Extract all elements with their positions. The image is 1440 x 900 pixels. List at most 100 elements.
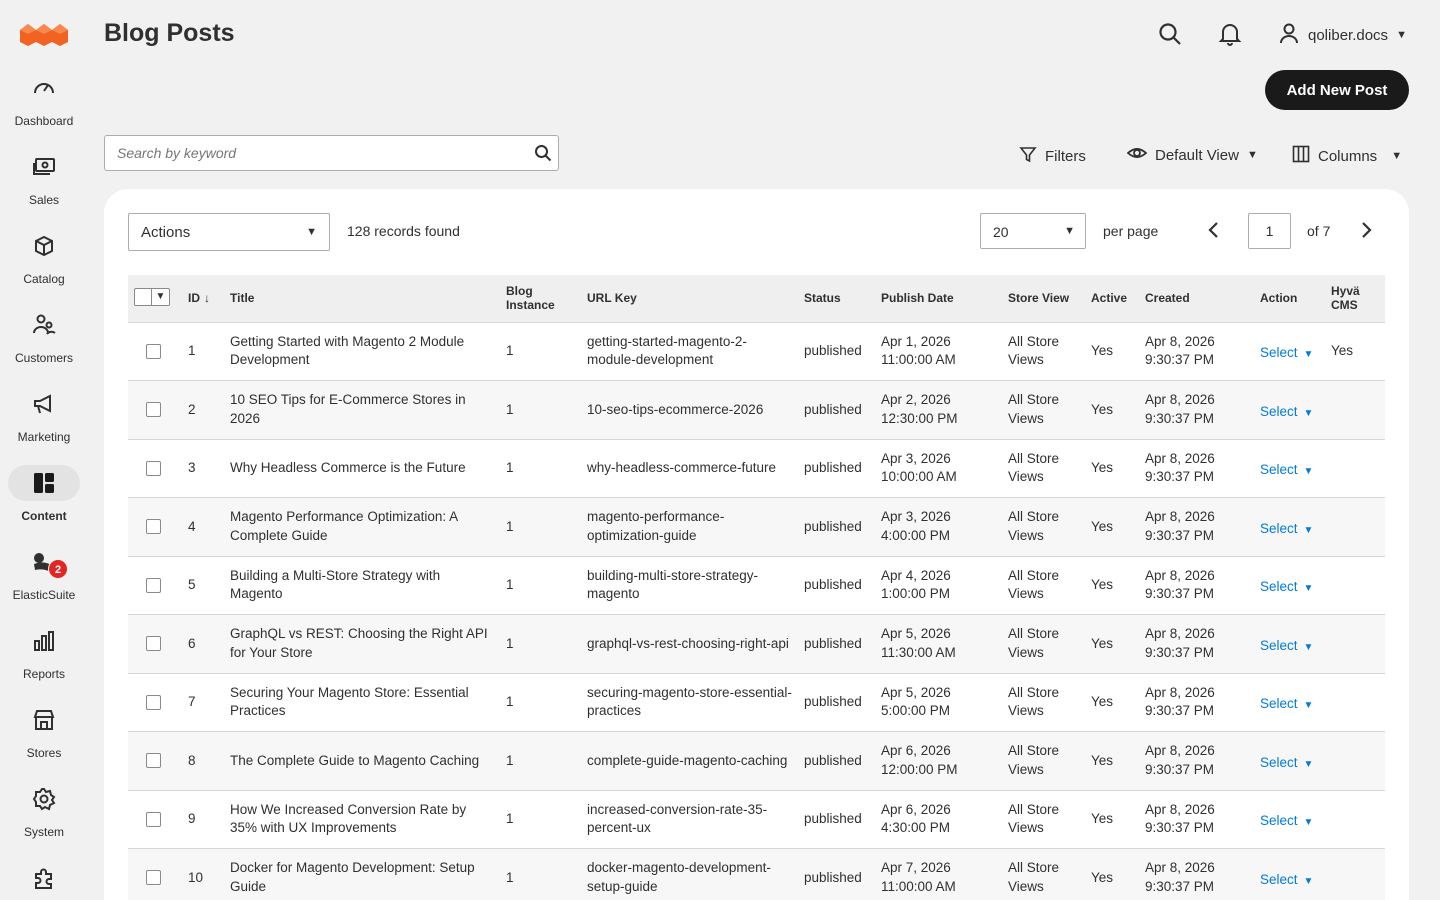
cell-id: 2 bbox=[182, 380, 224, 440]
cell-title: Building a Multi-Store Strategy with Mag… bbox=[224, 556, 500, 615]
page-number-input[interactable] bbox=[1248, 213, 1291, 249]
cell-blog-instance: 1 bbox=[500, 439, 581, 498]
cell-id: 10 bbox=[182, 848, 224, 900]
header-hyva-cms[interactable]: Hyvä CMS bbox=[1325, 275, 1385, 323]
row-checkbox[interactable] bbox=[146, 402, 161, 418]
filters-button[interactable]: Filters bbox=[1019, 145, 1086, 167]
search-input[interactable] bbox=[105, 136, 525, 170]
cell-active: Yes bbox=[1085, 731, 1139, 791]
row-checkbox[interactable] bbox=[146, 694, 161, 710]
user-icon bbox=[1278, 22, 1300, 48]
table-row[interactable]: 10 Docker for Magento Development: Setup … bbox=[128, 848, 1385, 900]
sidebar-item-extensions[interactable] bbox=[0, 860, 88, 900]
header-id[interactable]: ID ↓ bbox=[182, 275, 224, 323]
header-store-view[interactable]: Store View bbox=[1002, 275, 1085, 323]
row-action-select[interactable]: Select ▼ bbox=[1260, 638, 1313, 653]
table-row[interactable]: 3 Why Headless Commerce is the Future 1 why… bbox=[128, 439, 1385, 498]
cell-status: published bbox=[798, 322, 875, 381]
user-menu[interactable]: qoliber.docs ▼ bbox=[1278, 22, 1407, 48]
header-action: Action bbox=[1254, 275, 1325, 323]
sidebar-item-catalog[interactable]: Catalog bbox=[0, 228, 88, 307]
row-action-select[interactable]: Select ▼ bbox=[1260, 462, 1313, 477]
cell-active: Yes bbox=[1085, 322, 1139, 381]
sidebar-item-sales[interactable]: Sales bbox=[0, 149, 88, 228]
columns-dropdown[interactable]: Columns ▼ bbox=[1292, 145, 1402, 167]
reports-icon bbox=[8, 623, 80, 659]
cell-hyva-cms: Yes bbox=[1325, 322, 1385, 381]
cell-publish-date: Apr 5, 2026 11:30:00 AM bbox=[875, 614, 1002, 674]
sidebar-item-customers[interactable]: Customers bbox=[0, 307, 88, 386]
row-checkbox[interactable] bbox=[146, 870, 161, 886]
cell-status: published bbox=[798, 848, 875, 900]
row-select-cell bbox=[128, 322, 182, 381]
add-new-post-button[interactable]: Add New Post bbox=[1265, 70, 1409, 110]
row-checkbox[interactable] bbox=[146, 460, 161, 476]
row-checkbox[interactable] bbox=[146, 343, 161, 359]
cell-store-view: All Store Views bbox=[1002, 322, 1085, 381]
row-checkbox[interactable] bbox=[146, 577, 161, 593]
row-action-select[interactable]: Select ▼ bbox=[1260, 872, 1313, 887]
row-action-select[interactable]: Select ▼ bbox=[1260, 521, 1313, 536]
table-row[interactable]: 2 10 SEO Tips for E-Commerce Stores in 20… bbox=[128, 380, 1385, 440]
previous-page-button[interactable] bbox=[1204, 220, 1224, 243]
row-action-select[interactable]: Select ▼ bbox=[1260, 579, 1313, 594]
row-action-select[interactable]: Select ▼ bbox=[1260, 345, 1313, 360]
header-status[interactable]: Status bbox=[798, 275, 875, 323]
search-icon[interactable] bbox=[1158, 22, 1182, 49]
sidebar-item-reports[interactable]: Reports bbox=[0, 623, 88, 702]
cell-store-view: All Store Views bbox=[1002, 556, 1085, 615]
header-title[interactable]: Title bbox=[224, 275, 500, 323]
cell-blog-instance: 1 bbox=[500, 790, 581, 849]
sidebar-item-content[interactable]: Content bbox=[0, 465, 88, 544]
cell-hyva-cms bbox=[1325, 614, 1385, 674]
sidebar-item-label: Stores bbox=[26, 746, 62, 760]
cell-created: Apr 8, 2026 9:30:37 PM bbox=[1139, 439, 1254, 498]
mass-actions-dropdown[interactable]: Actions ▼ bbox=[128, 213, 330, 251]
cell-active: Yes bbox=[1085, 556, 1139, 615]
mass-select-box bbox=[135, 289, 151, 305]
cell-id: 8 bbox=[182, 731, 224, 791]
row-checkbox[interactable] bbox=[146, 753, 161, 769]
row-checkbox[interactable] bbox=[146, 636, 161, 652]
row-action-select[interactable]: Select ▼ bbox=[1260, 404, 1313, 419]
bell-icon[interactable] bbox=[1218, 22, 1242, 49]
per-page-select[interactable]: 20 ▼ bbox=[980, 213, 1086, 249]
row-action-select[interactable]: Select ▼ bbox=[1260, 696, 1313, 711]
cell-blog-instance: 1 bbox=[500, 673, 581, 732]
row-checkbox[interactable] bbox=[146, 811, 161, 827]
header-blog-instance[interactable]: Blog Instance bbox=[500, 275, 581, 323]
blog-posts-table: ▼ ID ↓ Title Blog Instance URL Key Status… bbox=[128, 275, 1385, 900]
sidebar-item-dashboard[interactable]: Dashboard bbox=[0, 70, 88, 149]
table-row[interactable]: 6 GraphQL vs REST: Choosing the Right API… bbox=[128, 614, 1385, 674]
row-checkbox[interactable] bbox=[146, 519, 161, 535]
sidebar-item-system[interactable]: System bbox=[0, 781, 88, 860]
per-page-value: 20 bbox=[993, 224, 1009, 240]
header-publish-date[interactable]: Publish Date bbox=[875, 275, 1002, 323]
sidebar-item-elasticsuite[interactable]: 2 ElasticSuite bbox=[0, 544, 88, 623]
mass-select-checkbox[interactable]: ▼ bbox=[134, 288, 170, 307]
logo-icon[interactable] bbox=[18, 20, 70, 48]
chevron-down-icon: ▼ bbox=[1246, 149, 1258, 161]
row-action-select[interactable]: Select ▼ bbox=[1260, 813, 1313, 828]
sidebar-item-stores[interactable]: Stores bbox=[0, 702, 88, 781]
sidebar-item-marketing[interactable]: Marketing bbox=[0, 386, 88, 465]
cell-publish-date: Apr 7, 2026 11:00:00 AM bbox=[875, 848, 1002, 900]
table-row[interactable]: 7 Securing Your Magento Store: Essential … bbox=[128, 673, 1385, 732]
cell-created: Apr 8, 2026 9:30:37 PM bbox=[1139, 848, 1254, 900]
table-row[interactable]: 5 Building a Multi-Store Strategy with Ma… bbox=[128, 556, 1385, 615]
default-view-dropdown[interactable]: Default View ▼ bbox=[1126, 145, 1258, 165]
header-active[interactable]: Active bbox=[1085, 275, 1139, 323]
table-row[interactable]: 1 Getting Started with Magento 2 Module D… bbox=[128, 322, 1385, 381]
cell-status: published bbox=[798, 673, 875, 732]
table-row[interactable]: 9 How We Increased Conversion Rate by 35%… bbox=[128, 790, 1385, 849]
header-created[interactable]: Created bbox=[1139, 275, 1254, 323]
next-page-button[interactable] bbox=[1356, 220, 1376, 243]
sidebar-item-label: Dashboard bbox=[14, 114, 74, 128]
header-url-key[interactable]: URL Key bbox=[581, 275, 798, 323]
row-action-select[interactable]: Select ▼ bbox=[1260, 755, 1313, 770]
cell-action: Select ▼ bbox=[1254, 380, 1325, 440]
cell-created: Apr 8, 2026 9:30:37 PM bbox=[1139, 322, 1254, 381]
search-icon[interactable] bbox=[534, 144, 552, 165]
table-row[interactable]: 4 Magento Performance Optimization: A Com… bbox=[128, 497, 1385, 557]
table-row[interactable]: 8 The Complete Guide to Magento Caching 1 c… bbox=[128, 731, 1385, 791]
